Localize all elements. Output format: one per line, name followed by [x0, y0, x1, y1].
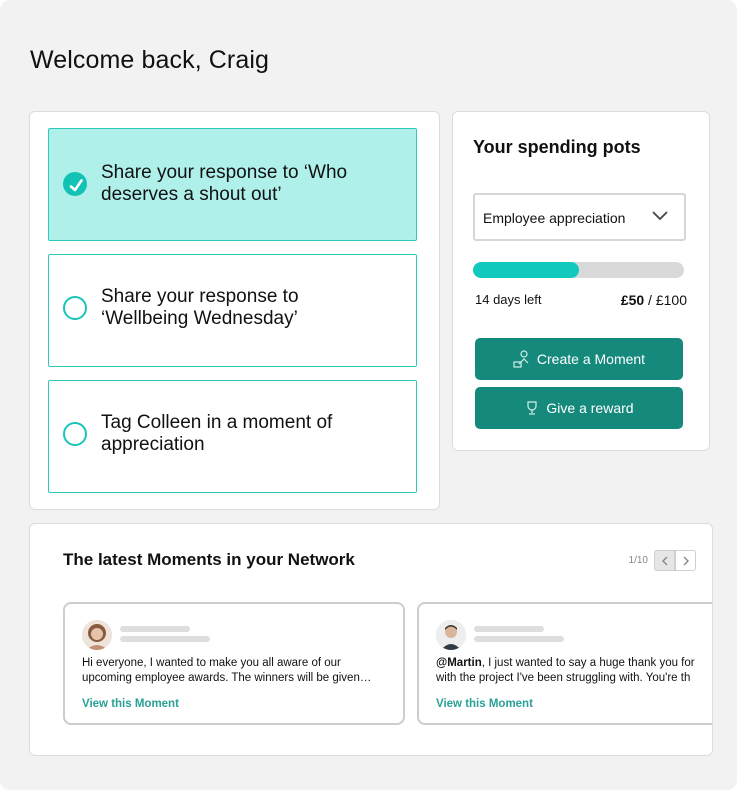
pot-select[interactable]: Employee appreciation — [473, 193, 686, 241]
author-name-placeholder — [474, 626, 544, 632]
moment-text: Hi everyone, I wanted to make you all aw… — [82, 656, 392, 686]
spending-pots-card: Your spending pots Employee appreciation… — [452, 111, 710, 451]
avatar — [436, 620, 466, 650]
tasks-card: Share your response to ‘Who deserves a s… — [29, 111, 440, 510]
author-meta-placeholder — [474, 636, 564, 642]
pots-title: Your spending pots — [473, 137, 641, 157]
task-label: Share your response to ‘Wellbeing Wednes… — [101, 286, 299, 329]
amount-total: £100 — [655, 292, 687, 308]
feed-title: The latest Moments in your Network — [63, 550, 355, 569]
prev-page-button[interactable] — [654, 550, 675, 571]
create-moment-button[interactable]: Create a Moment — [475, 338, 683, 380]
view-moment-link[interactable]: View this Moment — [436, 698, 533, 710]
reward-icon — [527, 401, 538, 415]
chevron-left-icon — [661, 556, 667, 565]
task-item-1[interactable]: Share your response to ‘Who deserves a s… — [48, 128, 417, 241]
create-moment-label: Create a Moment — [536, 351, 646, 367]
days-left: 14 days left — [475, 292, 542, 307]
chevron-down-icon — [652, 211, 668, 221]
task-item-3[interactable]: Tag Colleen in a moment of appreciation — [48, 380, 417, 493]
page-indicator: 1/10 — [628, 555, 648, 566]
author-meta-placeholder — [120, 636, 210, 642]
moment-mention: @Martin — [436, 657, 482, 669]
task-label: Share your response to ‘Who deserves a s… — [101, 162, 348, 205]
page-title: Welcome back, Craig — [30, 46, 270, 74]
pot-progress-bar — [473, 262, 684, 278]
radio-circle-icon — [63, 296, 87, 320]
view-moment-link[interactable]: View this Moment — [82, 698, 179, 710]
author-name-placeholder — [120, 626, 190, 632]
avatar — [82, 620, 112, 650]
next-page-button[interactable] — [675, 550, 696, 571]
create-moment-icon — [513, 350, 529, 368]
pot-select-value: Employee appreciation — [483, 210, 626, 226]
pot-progress-fill — [473, 262, 579, 278]
feed-pager: 1/10 — [629, 550, 696, 571]
amount-separator: / — [644, 292, 656, 308]
radio-circle-icon — [63, 422, 87, 446]
task-label: Tag Colleen in a moment of appreciation — [101, 412, 333, 455]
moment-card-2[interactable]: @Martin, I just wanted to say a huge tha… — [417, 602, 712, 725]
task-item-2[interactable]: Share your response to ‘Wellbeing Wednes… — [48, 254, 417, 367]
give-reward-button[interactable]: Give a reward — [475, 387, 683, 429]
dashboard-page: Welcome back, Craig Share your response … — [0, 0, 737, 790]
check-icon — [63, 172, 87, 196]
chevron-right-icon — [683, 556, 689, 565]
moment-card-1[interactable]: Hi everyone, I wanted to make you all aw… — [63, 602, 405, 725]
give-reward-label: Give a reward — [546, 400, 634, 416]
amount-spent: £50 — [620, 292, 645, 308]
moments-feed-card: The latest Moments in your Network 1/10 — [29, 523, 713, 756]
pot-amount: £50 / £100 — [621, 292, 687, 308]
moment-text: @Martin, I just wanted to say a huge tha… — [436, 656, 712, 686]
moment-body: Hi everyone, I wanted to make you all aw… — [82, 657, 372, 684]
